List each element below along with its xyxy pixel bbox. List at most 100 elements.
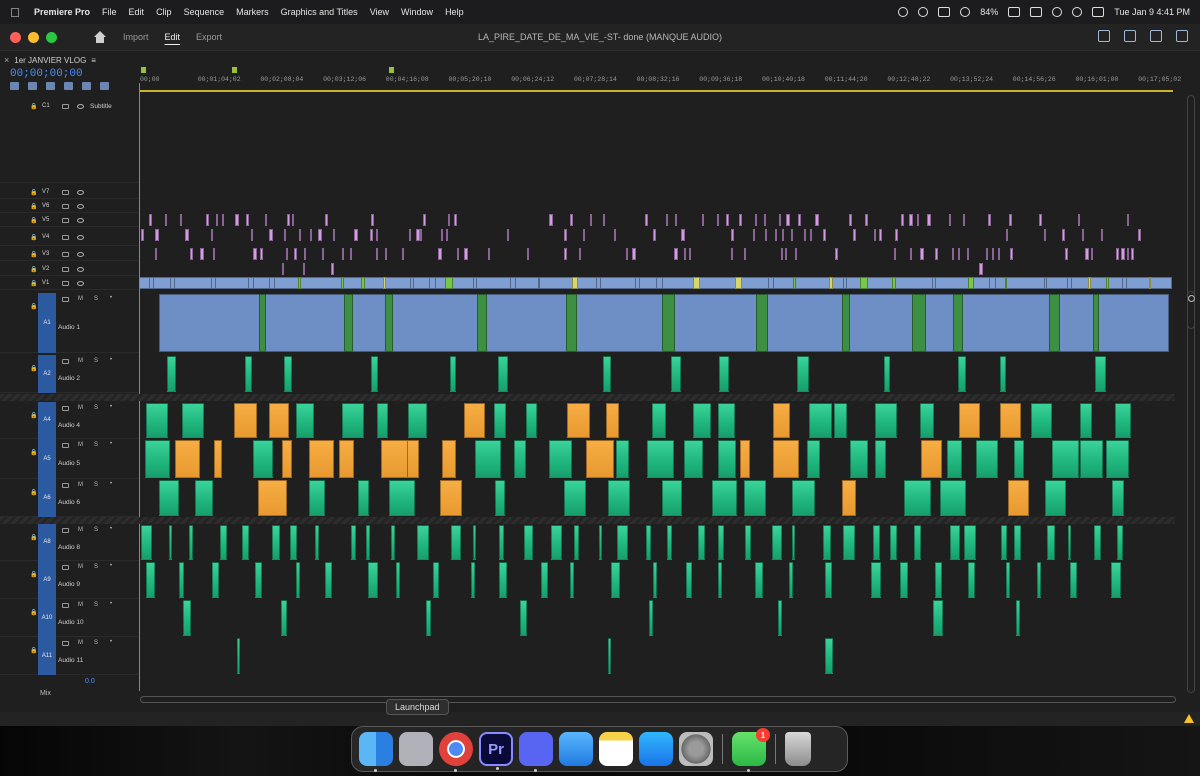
audio-clip[interactable] bbox=[1048, 294, 1061, 352]
overlay-clip[interactable] bbox=[985, 248, 988, 260]
audio-clip[interactable] bbox=[259, 294, 267, 352]
audio-clip[interactable] bbox=[1093, 294, 1100, 352]
overlay-clip[interactable] bbox=[245, 214, 249, 226]
overlay-clip[interactable] bbox=[1009, 248, 1014, 260]
audio-clip[interactable] bbox=[1005, 562, 1011, 598]
mute-button[interactable]: M bbox=[78, 482, 83, 488]
messages-icon[interactable]: 1 bbox=[732, 728, 770, 772]
overlay-clip[interactable] bbox=[190, 248, 193, 260]
audio-clip[interactable] bbox=[477, 294, 487, 352]
audio-clip[interactable] bbox=[182, 403, 204, 438]
audio-clip[interactable] bbox=[1008, 480, 1030, 516]
audio-clip[interactable] bbox=[146, 562, 155, 598]
audio-clip[interactable] bbox=[773, 403, 790, 438]
menu-file[interactable]: File bbox=[102, 7, 117, 17]
track-id-a2[interactable]: A2 bbox=[38, 355, 56, 393]
audio-clip[interactable] bbox=[1111, 480, 1125, 516]
audio-clip[interactable] bbox=[376, 403, 388, 438]
overlay-clip[interactable] bbox=[200, 248, 204, 260]
overlay-clip[interactable] bbox=[798, 214, 801, 226]
overlay-clip[interactable] bbox=[1006, 229, 1009, 241]
overlay-clip[interactable] bbox=[1078, 214, 1081, 226]
audio-clip[interactable] bbox=[563, 480, 586, 516]
overlay-clip[interactable] bbox=[384, 248, 387, 260]
audio-clip[interactable] bbox=[662, 480, 683, 516]
track-id-v5[interactable]: V5 bbox=[42, 217, 49, 223]
overlay-clip[interactable] bbox=[894, 248, 897, 260]
microphone-icon[interactable]: • bbox=[110, 601, 112, 607]
audio-clip[interactable] bbox=[1036, 562, 1041, 598]
audio-clip[interactable] bbox=[953, 294, 963, 352]
audio-clip[interactable] bbox=[282, 440, 292, 478]
video-clip[interactable] bbox=[967, 277, 974, 289]
overlay-clip[interactable] bbox=[934, 248, 938, 260]
audio-clip[interactable] bbox=[252, 440, 273, 478]
audio-clip[interactable] bbox=[718, 440, 736, 478]
toggle-sync-lock-icon[interactable] bbox=[62, 483, 69, 488]
overlay-clip[interactable] bbox=[674, 248, 678, 260]
audio-clip[interactable] bbox=[475, 440, 501, 478]
microphone-icon[interactable]: • bbox=[110, 357, 112, 363]
mute-button[interactable]: M bbox=[78, 442, 83, 448]
lock-icon[interactable]: 🔒 bbox=[30, 412, 37, 419]
audio-clip[interactable] bbox=[309, 480, 325, 516]
mix-volume[interactable]: 0.0 bbox=[85, 678, 95, 685]
audio-clip[interactable] bbox=[697, 525, 705, 560]
overlay-clip[interactable] bbox=[778, 214, 781, 226]
audio-clip[interactable] bbox=[743, 480, 766, 516]
overlay-clip[interactable] bbox=[408, 229, 411, 241]
overlay-clip[interactable] bbox=[154, 248, 158, 260]
video-clip[interactable] bbox=[572, 277, 579, 289]
audio-clip[interactable] bbox=[1030, 403, 1053, 438]
audio-clip[interactable] bbox=[662, 294, 676, 352]
track-id-v7[interactable]: V7 bbox=[42, 189, 49, 195]
overlay-clip[interactable] bbox=[625, 248, 628, 260]
video-clip[interactable] bbox=[510, 277, 517, 289]
overlay-clip[interactable] bbox=[1130, 248, 1134, 260]
overlay-clip[interactable] bbox=[222, 214, 225, 226]
audio-clip[interactable] bbox=[1051, 440, 1080, 478]
overlay-clip[interactable] bbox=[794, 248, 797, 260]
audio-clip[interactable] bbox=[407, 440, 419, 478]
mute-button[interactable]: M bbox=[78, 564, 83, 570]
overlay-clip[interactable] bbox=[684, 248, 687, 260]
creative-cloud-icon[interactable] bbox=[918, 7, 929, 17]
overlay-clip[interactable] bbox=[269, 229, 273, 241]
overlay-clip[interactable] bbox=[848, 214, 852, 226]
overlay-clip[interactable] bbox=[401, 248, 404, 260]
captions-icon[interactable] bbox=[100, 82, 109, 90]
video-clip[interactable] bbox=[170, 277, 175, 289]
overlay-clip[interactable] bbox=[988, 214, 992, 226]
tab-import[interactable]: Import bbox=[123, 32, 149, 42]
overlay-clip[interactable] bbox=[998, 248, 1001, 260]
overlay-clip[interactable] bbox=[141, 229, 144, 241]
overlay-clip[interactable] bbox=[487, 248, 490, 260]
lock-icon[interactable]: 🔒 bbox=[30, 203, 37, 210]
audio-clip[interactable] bbox=[912, 294, 927, 352]
audio-clip[interactable] bbox=[773, 440, 799, 478]
audio-clip[interactable] bbox=[822, 525, 832, 560]
track-id-c1[interactable]: C1 bbox=[42, 103, 50, 109]
mute-button[interactable]: M bbox=[78, 640, 83, 646]
overlay-clip[interactable] bbox=[1115, 248, 1119, 260]
audio-clip[interactable] bbox=[999, 356, 1006, 392]
audio-clip[interactable] bbox=[607, 480, 631, 516]
link-icon[interactable] bbox=[1030, 7, 1043, 17]
overlay-clip[interactable] bbox=[438, 248, 442, 260]
overlay-clip[interactable] bbox=[917, 214, 920, 226]
video-clip[interactable] bbox=[269, 277, 276, 289]
track-id-a1[interactable]: A1 bbox=[38, 293, 56, 353]
audio-clip[interactable] bbox=[684, 440, 704, 478]
overlay-clip[interactable] bbox=[164, 214, 167, 226]
menu-edit[interactable]: Edit bbox=[129, 7, 145, 17]
video-clip[interactable] bbox=[829, 277, 833, 289]
audio-clip[interactable] bbox=[602, 356, 611, 392]
app-store-icon[interactable] bbox=[639, 732, 673, 766]
video-clip[interactable] bbox=[1044, 277, 1048, 289]
linked-selection-icon[interactable] bbox=[46, 82, 55, 90]
overlay-clip[interactable] bbox=[304, 248, 307, 260]
toggle-sync-lock-icon[interactable] bbox=[62, 190, 69, 195]
headphones-icon[interactable] bbox=[898, 7, 909, 17]
audio-clip[interactable] bbox=[385, 294, 394, 352]
system-settings-icon[interactable] bbox=[679, 732, 713, 766]
